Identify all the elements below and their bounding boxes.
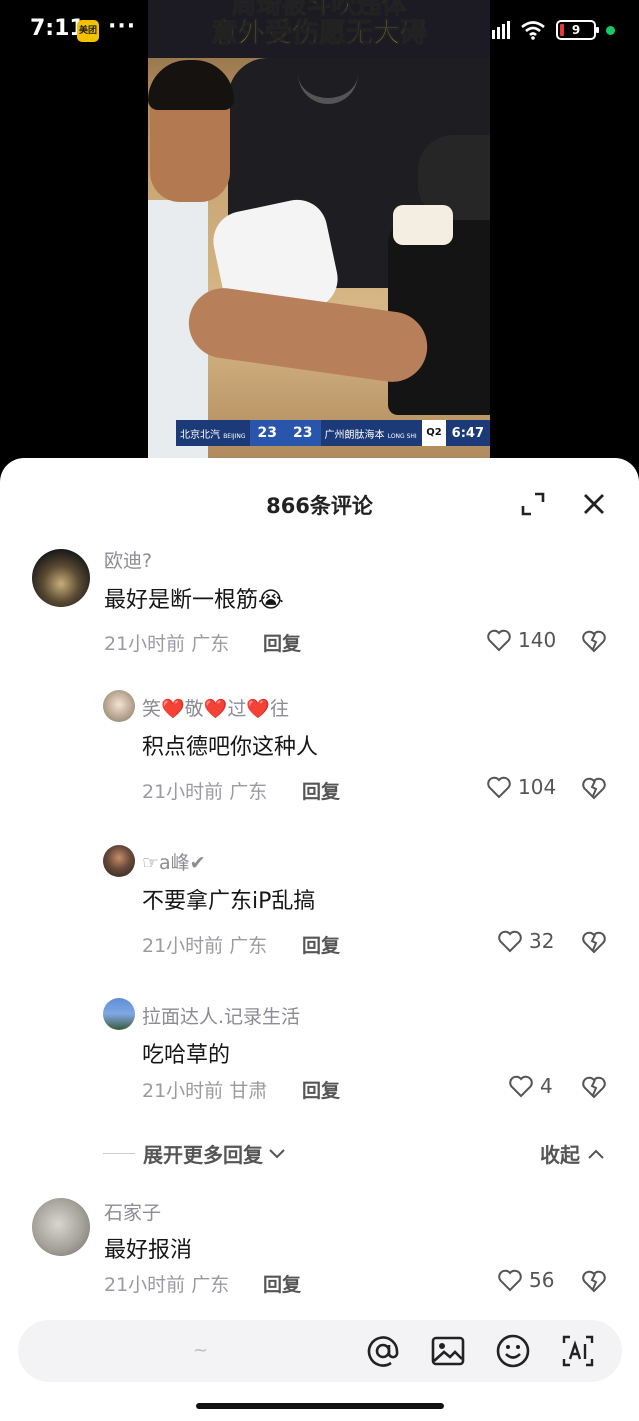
avatar[interactable]	[103, 845, 135, 877]
comment-time-value: 21小时前	[142, 781, 224, 803]
video-caption-line1: 周琦被斗吹违体	[231, 0, 407, 19]
comment-username[interactable]: 笑❤️敬❤️过❤️往	[142, 694, 289, 721]
comment-location: 广东	[191, 633, 230, 655]
home-team-name: 北京北汽	[180, 429, 220, 441]
comment-time: 21小时前 广东	[104, 629, 229, 656]
video-player[interactable]: 周琦被斗吹违体 意外受伤愿无大碍 北京北汽 BEIJING 23 23 广州朗肽…	[148, 0, 490, 458]
comment-username[interactable]: 拉面达人.记录生活	[142, 1002, 300, 1029]
collapse-button[interactable]: 收起	[540, 1139, 606, 1168]
home-score: 23	[249, 420, 286, 446]
comment-time: 21小时前 甘肃	[142, 1076, 267, 1103]
close-icon[interactable]	[581, 491, 607, 517]
dislike-icon[interactable]	[581, 629, 607, 653]
chevron-down-icon	[269, 1148, 285, 1158]
like-button[interactable]: 32	[497, 929, 554, 953]
reply-button[interactable]: 回复	[263, 1270, 301, 1297]
wifi-icon	[521, 21, 545, 40]
ai-icon[interactable]	[560, 1333, 596, 1369]
emoji-icon[interactable]	[495, 1333, 531, 1369]
reply-button[interactable]: 回复	[302, 777, 340, 804]
video-caption-line2: 意外受伤愿无大碍	[211, 18, 428, 50]
comment-time-value: 21小时前	[104, 633, 186, 655]
meituan-app-icon: 美团	[77, 20, 99, 42]
comment-location: 甘肃	[229, 1080, 268, 1102]
reply-button[interactable]: 回复	[302, 1076, 340, 1103]
heart-icon	[487, 776, 511, 799]
comment-time: 21小时前 广东	[142, 777, 267, 804]
avatar[interactable]	[103, 690, 135, 722]
comment-username[interactable]: ☞a峰✔	[142, 848, 206, 875]
comment-location: 广东	[191, 1274, 230, 1296]
heart-icon	[487, 629, 511, 652]
away-score: 23	[285, 420, 321, 446]
dislike-icon[interactable]	[581, 1269, 607, 1293]
battery-icon: 9	[556, 20, 599, 40]
comment-username[interactable]: 欧迪?	[104, 546, 152, 573]
away-team: 广州朗肽海本 LONG SHI	[321, 426, 421, 441]
comment-location: 广东	[229, 781, 268, 803]
away-team-name: 广州朗肽海本	[324, 429, 385, 441]
video-scene-player-hair	[148, 60, 234, 110]
home-indicator[interactable]	[196, 1403, 444, 1409]
like-button[interactable]: 140	[486, 628, 556, 652]
home-team: 北京北汽 BEIJING	[176, 426, 250, 441]
comment-input[interactable]: ~	[18, 1320, 622, 1382]
heart-icon	[509, 1075, 533, 1098]
dislike-icon[interactable]	[581, 776, 607, 800]
heart-icon	[498, 930, 522, 953]
comment-text: 最好是断一根筋😭	[104, 588, 284, 613]
comment-text: 吃哈草的	[142, 1043, 231, 1068]
away-team-sub: LONG SHI	[387, 432, 417, 440]
like-count: 104	[518, 775, 557, 799]
like-button[interactable]: 4	[508, 1074, 553, 1098]
divider	[103, 1153, 135, 1154]
comment-text: 积点德吧你这种人	[142, 735, 319, 760]
chevron-up-icon	[588, 1149, 604, 1159]
video-scene-gauze	[393, 205, 453, 245]
game-clock: 6:47	[445, 425, 490, 441]
comment-time-value: 21小时前	[142, 1080, 224, 1102]
scoreboard: 北京北汽 BEIJING 23 23 广州朗肽海本 LONG SHI Q2 6:…	[176, 420, 490, 446]
like-button[interactable]: 56	[497, 1268, 554, 1292]
comment-sheet: 866条评论 欧迪? 最好是断一根筋😭 21小时前 广东 回复 140 笑❤️敬…	[0, 458, 639, 1421]
like-count: 56	[529, 1268, 555, 1292]
comment-username[interactable]: 石家子	[104, 1198, 161, 1225]
like-count: 140	[518, 628, 557, 652]
comment-text: 最好报消	[104, 1238, 193, 1263]
dislike-icon[interactable]	[581, 930, 607, 954]
heart-icon	[498, 1269, 522, 1292]
comment-text: 不要拿广东iP乱搞	[142, 889, 316, 914]
privacy-indicator-icon	[606, 25, 615, 35]
expand-more-label: 展开更多回复	[143, 1143, 263, 1167]
reply-button[interactable]: 回复	[302, 931, 340, 958]
more-notifications-icon: ···	[108, 14, 137, 39]
avatar[interactable]	[32, 549, 90, 607]
mention-icon[interactable]	[365, 1333, 401, 1369]
home-team-sub: BEIJING	[223, 432, 246, 440]
like-button[interactable]: 104	[486, 775, 556, 799]
collapse-label: 收起	[540, 1143, 580, 1167]
comment-input-placeholder: ~	[193, 1340, 209, 1361]
comment-time: 21小时前 广东	[104, 1270, 229, 1297]
video-caption: 周琦被斗吹违体 意外受伤愿无大碍	[148, 0, 490, 58]
like-count: 32	[529, 929, 555, 953]
avatar[interactable]	[32, 1198, 90, 1256]
reply-button[interactable]: 回复	[263, 629, 301, 656]
image-icon[interactable]	[430, 1333, 466, 1369]
dislike-icon[interactable]	[581, 1075, 607, 1099]
like-count: 4	[540, 1074, 553, 1098]
expand-icon[interactable]	[520, 491, 546, 517]
comment-location: 广东	[229, 935, 268, 957]
signal-icon	[487, 21, 510, 39]
avatar[interactable]	[103, 998, 135, 1030]
comment-time-value: 21小时前	[104, 1274, 186, 1296]
game-quarter: Q2	[422, 420, 446, 446]
comment-time: 21小时前 广东	[142, 931, 267, 958]
comment-time-value: 21小时前	[142, 935, 224, 957]
expand-more-replies-button[interactable]: 展开更多回复	[103, 1139, 287, 1168]
